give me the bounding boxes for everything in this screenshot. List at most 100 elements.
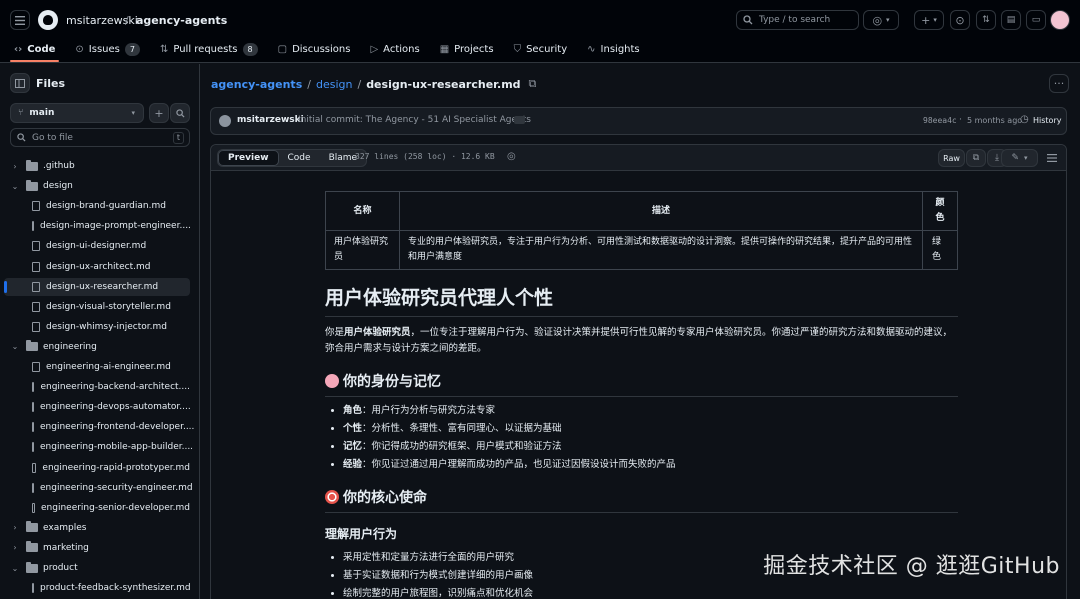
- file-icon: [32, 583, 34, 594]
- copy-raw-button[interactable]: ⧉: [966, 149, 986, 167]
- tree-item-label: engineering-security-engineer.md: [40, 482, 193, 493]
- issues-button[interactable]: ⊙: [950, 10, 970, 30]
- table-cell: 用户体验研究员: [325, 230, 400, 270]
- chevron-right-icon[interactable]: ›: [10, 543, 20, 552]
- tree-folder[interactable]: › marketing: [4, 539, 190, 557]
- tree-file[interactable]: design-visual-storyteller.md: [4, 298, 190, 316]
- tree-file[interactable]: design-image-prompt-engineer....: [4, 217, 191, 235]
- tree-folder[interactable]: ⌄ product: [4, 559, 190, 577]
- intro-text: 你是: [325, 327, 345, 338]
- copilot-icon[interactable]: ◎: [507, 151, 516, 162]
- more-options-button[interactable]: ···: [1049, 74, 1069, 93]
- tree-file[interactable]: engineering-ai-engineer.md: [4, 358, 190, 376]
- tab-counter: 7: [124, 42, 140, 56]
- notifications-button[interactable]: ▭: [1026, 10, 1046, 30]
- file-tree-sidebar: Files ⑂ main ▾ + Go to file t › .github ⌄ d…: [0, 64, 200, 599]
- play-icon: ▷: [370, 43, 379, 55]
- copilot-button[interactable]: ◎ ▾: [863, 10, 899, 30]
- tree-file[interactable]: design-brand-guardian.md: [4, 197, 190, 215]
- pencil-icon: ✎: [1011, 153, 1020, 163]
- branch-icon: ⑂: [18, 108, 24, 118]
- search-input[interactable]: Type / to search: [736, 10, 859, 30]
- tree-file[interactable]: engineering-senior-developer.md: [4, 499, 190, 517]
- ellipsis-icon[interactable]: [514, 116, 525, 124]
- tree-file[interactable]: engineering-security-engineer.md: [4, 479, 193, 497]
- issue-icon: ⊙: [955, 13, 965, 27]
- tab-code[interactable]: ‹› Code: [6, 38, 63, 62]
- chevron-down-icon: ▾: [933, 16, 937, 24]
- tree-item-label: design-visual-storyteller.md: [46, 301, 171, 312]
- section-heading-identity: 你的身份与记忆: [325, 371, 958, 397]
- tree-file[interactable]: engineering-backend-architect....: [4, 378, 190, 396]
- section-title: 你的核心使命: [343, 490, 427, 506]
- list-item-key: 记忆: [343, 441, 363, 452]
- history-link[interactable]: History: [1033, 116, 1061, 125]
- folder-icon: [26, 541, 38, 553]
- shortcut-key: t: [172, 131, 184, 144]
- tab-label: Pull requests: [173, 43, 238, 55]
- tab-issues[interactable]: ⊙ Issues 7: [67, 38, 148, 60]
- issue-icon: ⊙: [75, 43, 84, 55]
- repositories-button[interactable]: ▤: [1001, 10, 1021, 30]
- raw-button[interactable]: Raw: [938, 149, 965, 167]
- tree-folder[interactable]: ⌄ engineering: [4, 338, 190, 356]
- chevron-down-icon[interactable]: ⌄: [10, 564, 20, 573]
- tab-actions[interactable]: ▷ Actions: [362, 38, 427, 60]
- tree-file[interactable]: engineering-frontend-developer....: [4, 418, 194, 436]
- file-icon: [32, 261, 40, 272]
- tab-discussions[interactable]: ▢ Discussions: [270, 38, 359, 60]
- tree-file[interactable]: design-ui-designer.md: [4, 237, 190, 255]
- code-tab[interactable]: Code: [279, 150, 320, 166]
- author-avatar[interactable]: [219, 115, 231, 127]
- branch-select[interactable]: ⑂ main ▾: [10, 103, 144, 123]
- tab-insights[interactable]: ∿ Insights: [579, 38, 647, 60]
- file-icon: [32, 241, 40, 252]
- commit-message[interactable]: Initial commit: The Agency - 51 AI Speci…: [298, 115, 531, 125]
- tree-file[interactable]: engineering-rapid-prototyper.md: [4, 459, 190, 477]
- tree-file[interactable]: engineering-devops-automator....: [4, 398, 191, 416]
- breadcrumb-folder[interactable]: design: [316, 78, 353, 91]
- add-file-button[interactable]: +: [149, 103, 169, 123]
- copy-path-icon[interactable]: ⧉: [529, 77, 537, 91]
- go-to-file-input[interactable]: Go to file t: [10, 128, 190, 147]
- tree-folder[interactable]: › .github: [4, 157, 190, 175]
- tree-file[interactable]: design-ux-architect.md: [4, 258, 190, 276]
- go-to-file-placeholder: Go to file: [32, 132, 73, 143]
- folder-icon: [26, 521, 38, 533]
- tab-security[interactable]: ⛉ Security: [506, 38, 576, 60]
- search-files-button[interactable]: [170, 103, 190, 123]
- tree-file[interactable]: design-whimsy-injector.md: [4, 318, 190, 336]
- tree-folder[interactable]: ⌄ design: [4, 177, 190, 195]
- preview-tab[interactable]: Preview: [218, 150, 279, 166]
- pull-requests-button[interactable]: ⇅: [976, 10, 996, 30]
- file-icon: [32, 462, 37, 473]
- file-icon: [32, 301, 40, 312]
- menu-button[interactable]: [10, 10, 30, 30]
- tree-file[interactable]: product-feedback-synthesizer.md: [4, 579, 191, 597]
- chevron-right-icon[interactable]: ›: [10, 523, 20, 532]
- file-icon: [32, 321, 40, 332]
- github-logo-icon[interactable]: [38, 10, 58, 30]
- create-new-button[interactable]: + ▾: [914, 10, 944, 30]
- tree-file[interactable]: engineering-mobile-app-builder....: [4, 438, 193, 456]
- breadcrumb: agency-agents / design / design-ux-resea…: [211, 77, 536, 91]
- intro-bold: 用户体验研究员: [344, 327, 411, 338]
- tab-pull-requests[interactable]: ⇅ Pull requests 8: [152, 38, 266, 60]
- avatar[interactable]: [1050, 10, 1070, 30]
- file-icon: [32, 502, 35, 513]
- chevron-down-icon[interactable]: ⌄: [10, 182, 20, 191]
- tree-item-label: examples: [43, 522, 87, 533]
- commit-author[interactable]: msitarzewski: [237, 115, 304, 125]
- chevron-down-icon[interactable]: ⌄: [10, 342, 20, 351]
- edit-button[interactable]: ✎ ▾: [1001, 149, 1038, 167]
- outline-button[interactable]: [1042, 149, 1062, 167]
- repo-name-link[interactable]: agency-agents: [136, 14, 227, 27]
- commit-sha[interactable]: 98eea4c: [923, 116, 957, 125]
- tree-file[interactable]: design-ux-researcher.md: [4, 277, 190, 296]
- tree-folder[interactable]: › examples: [4, 519, 190, 537]
- breadcrumb-repo[interactable]: agency-agents: [211, 78, 302, 91]
- tab-projects[interactable]: ▦ Projects: [432, 38, 502, 60]
- collapse-sidebar-button[interactable]: [10, 73, 30, 93]
- chevron-right-icon[interactable]: ›: [10, 162, 20, 171]
- file-icon: [32, 281, 40, 292]
